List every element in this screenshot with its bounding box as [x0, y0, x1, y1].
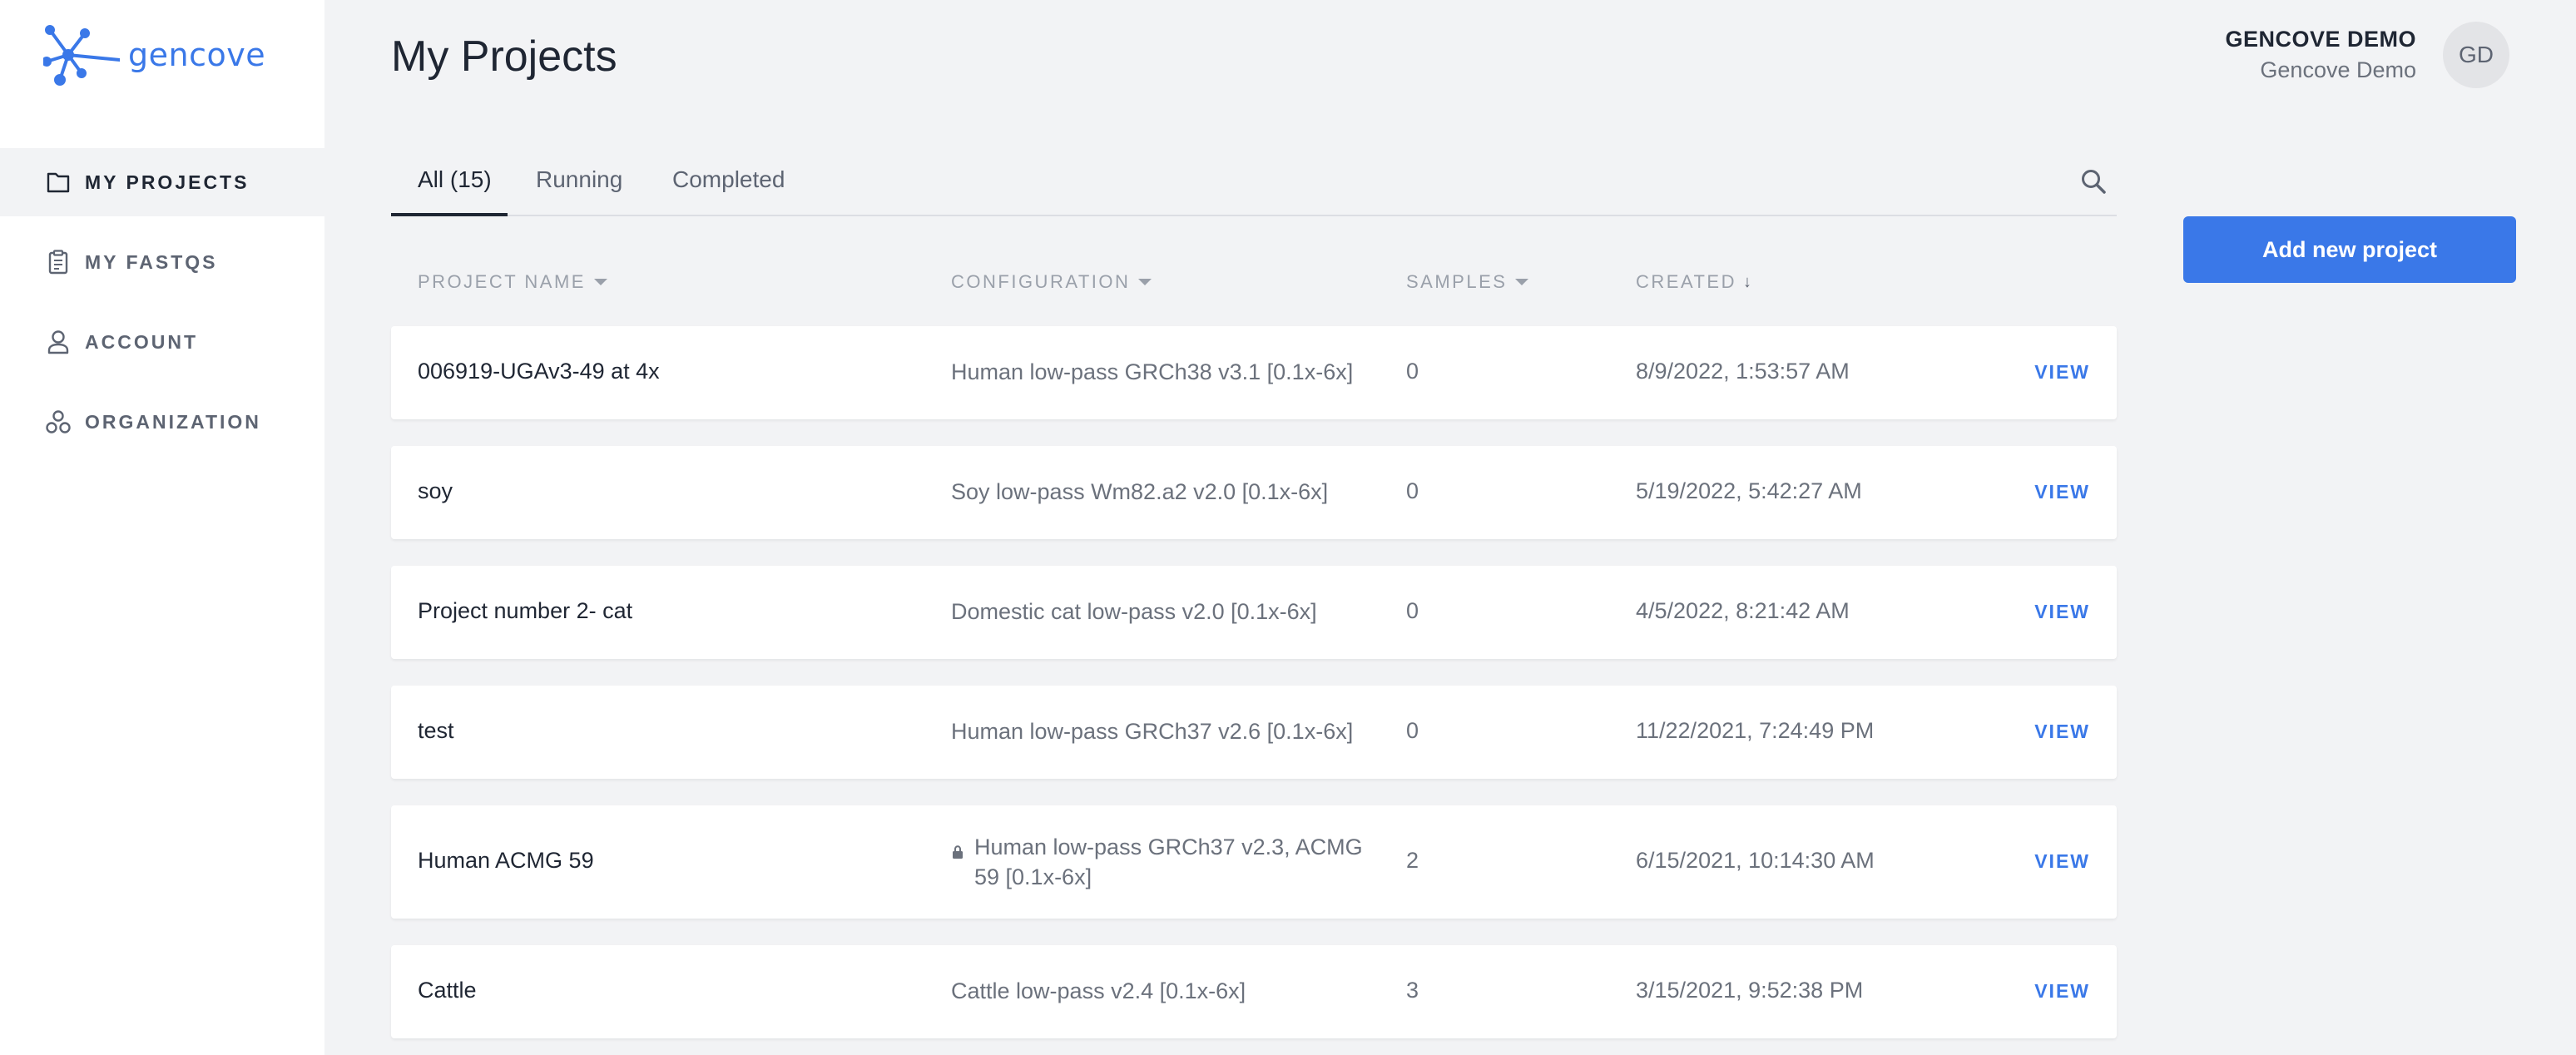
gencove-logo-icon [43, 25, 120, 86]
project-tabs: All (15) Running Completed [391, 148, 2117, 216]
project-created: 5/19/2022, 5:42:27 AM [1636, 478, 1862, 503]
column-header-created[interactable]: CREATED ↓ [1636, 271, 1754, 293]
folder-icon [45, 169, 72, 196]
sidebar-item-label: MY FASTQS [85, 250, 218, 273]
project-created: 11/22/2021, 7:24:49 PM [1636, 718, 1875, 743]
column-header-label: CONFIGURATION [951, 271, 1131, 292]
sidebar-item-label: ORGANIZATION [85, 410, 261, 433]
table-row: soy Soy low-pass Wm82.a2 v2.0 [0.1x-6x] … [391, 446, 2117, 539]
sidebar-item-my-fastqs[interactable]: MY FASTQS [0, 228, 324, 296]
view-project-link[interactable]: VIEW [2034, 361, 2090, 384]
sidebar-item-my-projects[interactable]: MY PROJECTS [0, 148, 324, 216]
project-created: 8/9/2022, 1:53:57 AM [1636, 359, 1850, 384]
active-tab-indicator [391, 213, 508, 216]
column-header-label: CREATED [1636, 271, 1736, 292]
tab-all[interactable]: All (15) [418, 166, 492, 216]
project-name: Project number 2- cat [418, 598, 633, 623]
project-samples: 0 [1406, 478, 1419, 503]
project-samples: 0 [1406, 598, 1419, 623]
brand-name: gencove [128, 37, 266, 73]
user-name: GENCOVE DEMO [2225, 27, 2416, 52]
page-title: My Projects [391, 32, 617, 81]
project-created: 4/5/2022, 8:21:42 AM [1636, 598, 1850, 623]
column-header-configuration[interactable]: CONFIGURATION [951, 271, 1152, 293]
project-configuration: Human low-pass GRCh37 v2.3, ACMG 59 [0.1… [974, 835, 1363, 889]
sort-descending-icon: ↓ [1743, 272, 1754, 291]
sidebar-item-label: ACCOUNT [85, 330, 198, 353]
caret-down-icon [1515, 279, 1529, 285]
project-configuration: Soy low-pass Wm82.a2 v2.0 [0.1x-6x] [951, 479, 1329, 504]
project-name: 006919-UGAv3-49 at 4x [418, 359, 660, 384]
table-row: Cattle Cattle low-pass v2.4 [0.1x-6x] 3 … [391, 945, 2117, 1038]
table-row: test Human low-pass GRCh37 v2.6 [0.1x-6x… [391, 686, 2117, 779]
project-name: Human ACMG 59 [418, 848, 594, 873]
user-info: GENCOVE DEMO Gencove Demo [2225, 27, 2416, 83]
avatar[interactable]: GD [2443, 22, 2509, 88]
table-row: 006919-UGAv3-49 at 4x Human low-pass GRC… [391, 326, 2117, 419]
organization-icon [45, 409, 72, 435]
search-icon[interactable] [2078, 166, 2108, 196]
lock-icon [951, 837, 964, 867]
clipboard-icon [45, 249, 72, 275]
sidebar: gencove MY PROJECTS MY FASTQS ACCOUNT OR… [0, 0, 324, 1055]
project-samples: 2 [1406, 848, 1419, 873]
project-samples: 0 [1406, 359, 1419, 384]
project-name: test [418, 718, 454, 743]
user-menu[interactable]: GENCOVE DEMO Gencove Demo GD [2225, 22, 2509, 88]
project-configuration: Human low-pass GRCh37 v2.6 [0.1x-6x] [951, 719, 1354, 744]
project-configuration-cell: Human low-pass GRCh37 v2.3, ACMG 59 [0.1… [951, 832, 1384, 892]
view-project-link[interactable]: VIEW [2034, 980, 2090, 1003]
sidebar-item-organization[interactable]: ORGANIZATION [0, 388, 324, 456]
sidebar-item-account[interactable]: ACCOUNT [0, 308, 324, 376]
project-configuration: Cattle low-pass v2.4 [0.1x-6x] [951, 978, 1246, 1003]
project-name: Cattle [418, 978, 477, 1003]
caret-down-icon [593, 279, 607, 285]
project-name: soy [418, 478, 453, 503]
project-samples: 0 [1406, 718, 1419, 743]
view-project-link[interactable]: VIEW [2034, 481, 2090, 503]
gencove-logo[interactable]: gencove [43, 23, 265, 87]
caret-down-icon [1138, 279, 1152, 285]
project-configuration: Domestic cat low-pass v2.0 [0.1x-6x] [951, 599, 1317, 624]
table-header: PROJECT NAME CONFIGURATION SAMPLES CREAT… [391, 268, 2117, 301]
user-org: Gencove Demo [2260, 57, 2416, 82]
view-project-link[interactable]: VIEW [2034, 850, 2090, 873]
column-header-label: PROJECT NAME [418, 271, 586, 292]
table-row: Project number 2- cat Domestic cat low-p… [391, 566, 2117, 659]
tab-running[interactable]: Running [536, 166, 622, 216]
table-row: Human ACMG 59 Human low-pass GRCh37 v2.3… [391, 805, 2117, 919]
project-samples: 3 [1406, 978, 1419, 1003]
project-configuration: Human low-pass GRCh38 v3.1 [0.1x-6x] [951, 359, 1354, 384]
column-header-samples[interactable]: SAMPLES [1406, 271, 1529, 293]
view-project-link[interactable]: VIEW [2034, 601, 2090, 623]
add-project-button[interactable]: Add new project [2183, 216, 2516, 283]
user-icon [45, 329, 72, 355]
sidebar-item-label: MY PROJECTS [85, 171, 250, 193]
view-project-link[interactable]: VIEW [2034, 721, 2090, 743]
tab-completed[interactable]: Completed [672, 166, 785, 216]
project-created: 6/15/2021, 10:14:30 AM [1636, 848, 1875, 873]
column-header-project-name[interactable]: PROJECT NAME [418, 271, 607, 293]
column-header-label: SAMPLES [1406, 271, 1508, 292]
sidebar-nav: MY PROJECTS MY FASTQS ACCOUNT ORGANIZATI… [0, 148, 324, 468]
project-created: 3/15/2021, 9:52:38 PM [1636, 978, 1864, 1003]
